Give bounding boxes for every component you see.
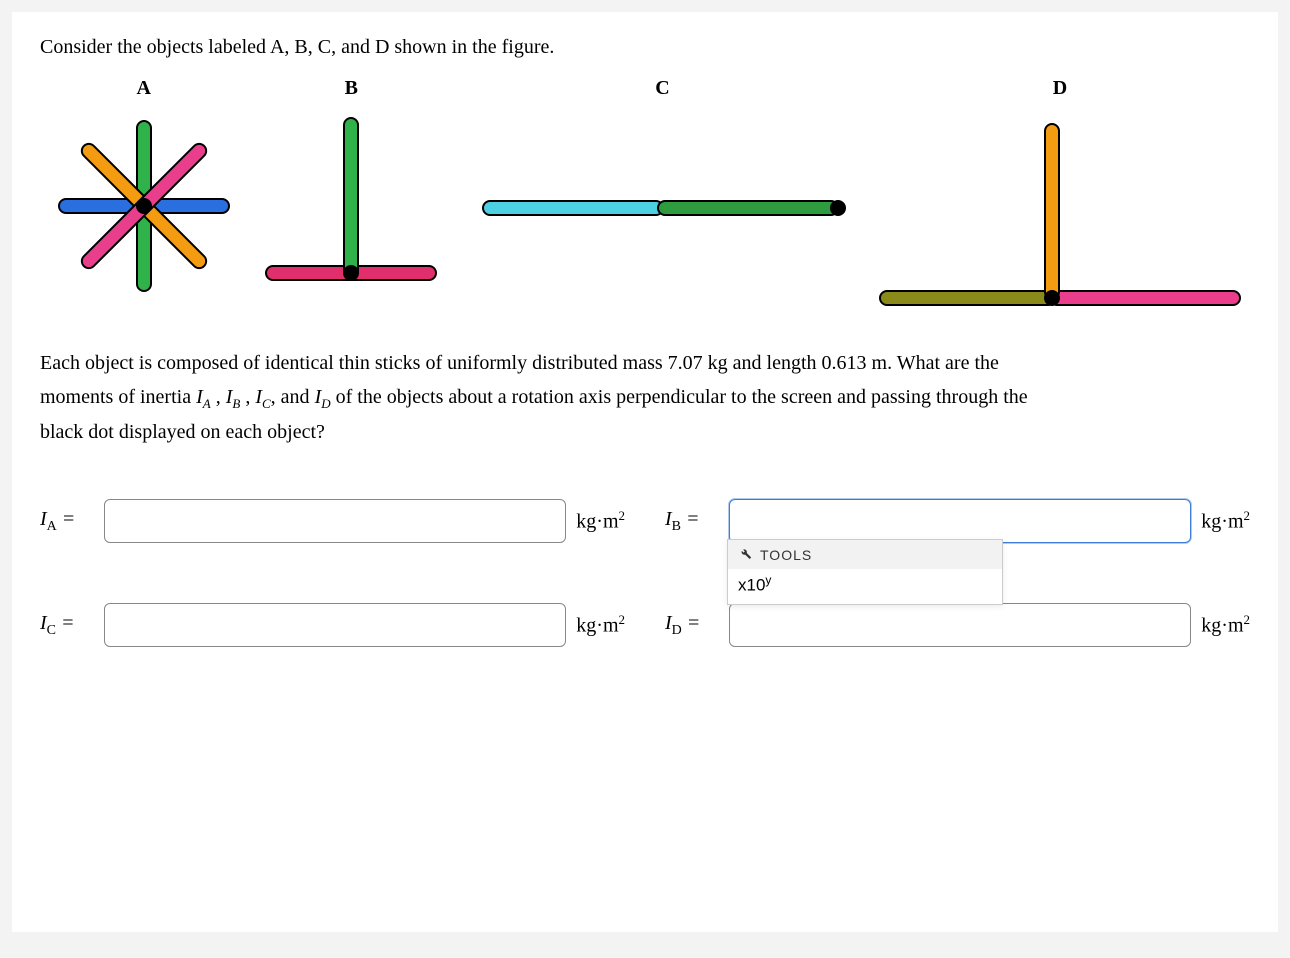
input-ID[interactable] bbox=[729, 603, 1191, 647]
figure-c-svg bbox=[463, 106, 863, 306]
desc-IC: IC bbox=[255, 386, 270, 408]
input-IA[interactable] bbox=[104, 499, 566, 543]
label-IA: IA = bbox=[40, 508, 94, 535]
unit-IB: kg·m2 bbox=[1201, 508, 1250, 534]
unit-IC: kg·m2 bbox=[576, 612, 625, 638]
label-ID: ID = bbox=[665, 612, 719, 639]
figure-a-col: A bbox=[40, 77, 248, 306]
input-IB[interactable] bbox=[729, 499, 1191, 543]
figure-c-col: C bbox=[455, 77, 870, 306]
unit-ID: kg·m2 bbox=[1201, 612, 1250, 638]
desc-length: 0.613 m bbox=[822, 352, 888, 374]
figure-c-label: C bbox=[655, 77, 669, 100]
question-panel: Consider the objects labeled A, B, C, an… bbox=[12, 12, 1278, 932]
figure-d-svg bbox=[870, 106, 1250, 326]
figure-d-col: D bbox=[870, 77, 1250, 326]
desc-IB: IB bbox=[226, 386, 241, 408]
figure-b-svg bbox=[251, 106, 451, 306]
desc-ID: ID bbox=[315, 386, 331, 408]
desc-mass: 7.07 kg bbox=[668, 352, 728, 374]
input-row-IA: IA = kg·m2 bbox=[40, 499, 625, 543]
desc-text-1: Each object is composed of identical thi… bbox=[40, 352, 668, 374]
question-intro: Consider the objects labeled A, B, C, an… bbox=[40, 36, 1250, 59]
tools-header: TOOLS bbox=[728, 540, 1002, 569]
figure-a-label: A bbox=[137, 77, 151, 100]
answer-grid: IA = kg·m2 IB = kg·m2 TOOLS bbox=[40, 499, 1250, 647]
desc-text-3: . What are the bbox=[887, 352, 999, 374]
unit-IA: kg·m2 bbox=[576, 508, 625, 534]
desc-text-4: moments of inertia bbox=[40, 386, 196, 408]
input-IC[interactable] bbox=[104, 603, 566, 647]
label-IC: IC = bbox=[40, 612, 94, 639]
input-row-IB: IB = kg·m2 TOOLS x10y bbox=[665, 499, 1250, 543]
tools-title: TOOLS bbox=[760, 547, 812, 563]
desc-and: , and bbox=[271, 386, 315, 408]
desc-text-6: black dot displayed on each object? bbox=[40, 421, 325, 443]
label-IB: IB = bbox=[665, 508, 719, 535]
figure-b-label: B bbox=[345, 77, 358, 100]
figure-row: A B bbox=[40, 77, 1250, 326]
tools-popup: TOOLS x10y bbox=[727, 539, 1003, 605]
input-row-ID: ID = kg·m2 bbox=[665, 603, 1250, 647]
tools-sci-button[interactable]: x10y bbox=[728, 569, 1002, 604]
wrench-icon bbox=[738, 546, 752, 563]
figure-d-label: D bbox=[1053, 77, 1067, 100]
desc-comma-1: , bbox=[211, 386, 226, 408]
desc-IA: IA bbox=[196, 386, 211, 408]
desc-text-2: and length bbox=[728, 352, 822, 374]
figure-b-col: B bbox=[248, 77, 456, 306]
input-row-IC: IC = kg·m2 bbox=[40, 603, 625, 647]
figure-a-svg bbox=[44, 106, 244, 306]
desc-text-5: of the objects about a rotation axis per… bbox=[331, 386, 1028, 408]
question-description: Each object is composed of identical thi… bbox=[40, 346, 1250, 449]
desc-comma-2: , bbox=[240, 386, 255, 408]
